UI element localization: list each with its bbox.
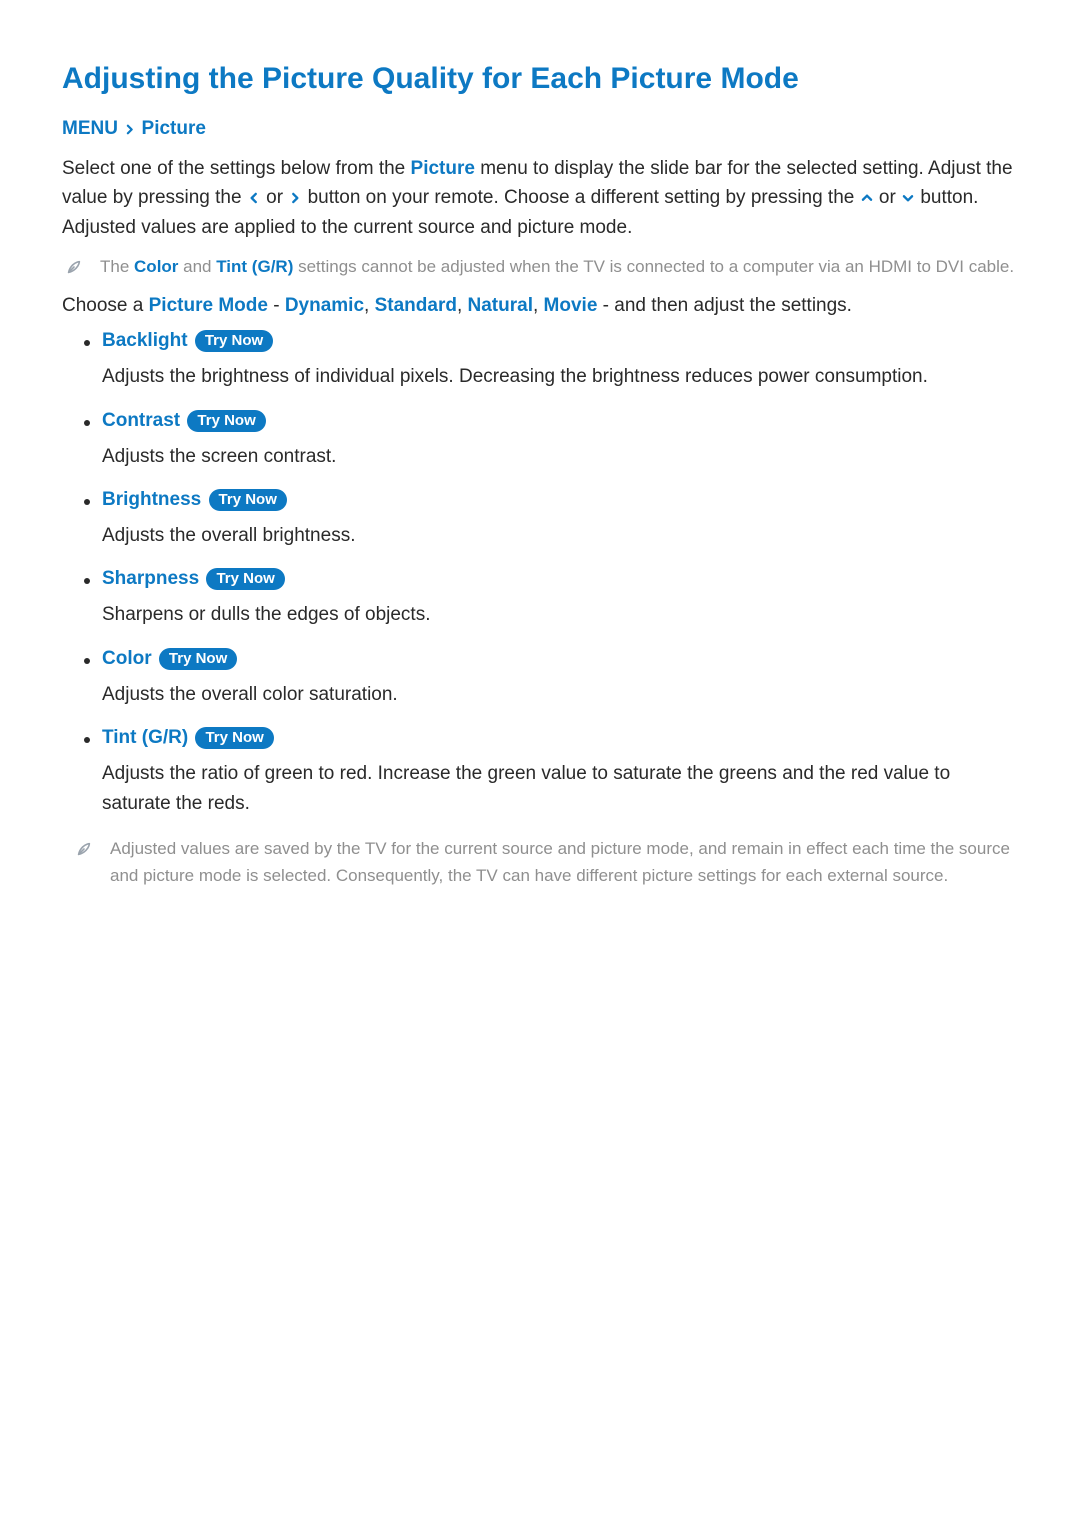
note-text: The Color and Tint (G/R) settings cannot… (100, 254, 1014, 280)
setting-name: Brightness (102, 489, 201, 510)
item-head: Contrast Try Now (102, 410, 1018, 432)
try-now-button[interactable]: Try Now (187, 410, 265, 432)
intro-picture-word: Picture (411, 158, 475, 179)
feather-icon (66, 257, 82, 277)
choose-standard: Standard (375, 295, 457, 316)
intro-seg: Select one of the settings below from th… (62, 158, 411, 179)
note: The Color and Tint (G/R) settings cannot… (66, 254, 1018, 280)
note-tint-word: Tint (G/R) (216, 257, 293, 276)
intro-text: Select one of the settings below from th… (62, 154, 1018, 242)
choose-seg: - and then adjust the settings. (597, 295, 852, 316)
setting-desc: Adjusts the screen contrast. (102, 442, 1018, 471)
note-color-word: Color (134, 257, 178, 276)
chevron-down-icon (901, 191, 915, 205)
chevron-left-icon (247, 191, 261, 205)
list-item: Tint (G/R) Try Now Adjusts the ratio of … (62, 727, 1018, 818)
item-head: Brightness Try Now (102, 489, 1018, 511)
setting-name: Color (102, 648, 152, 669)
setting-desc: Adjusts the overall brightness. (102, 521, 1018, 550)
list-item: Color Try Now Adjusts the overall color … (62, 648, 1018, 709)
setting-name: Sharpness (102, 568, 199, 589)
try-now-button[interactable]: Try Now (195, 330, 273, 352)
note-seg: and (178, 257, 216, 276)
note-text: Adjusted values are saved by the TV for … (110, 836, 1018, 889)
chevron-right-icon (123, 123, 136, 136)
feather-icon (76, 839, 92, 859)
choose-natural: Natural (468, 295, 533, 316)
choose-seg: - (268, 295, 285, 316)
breadcrumb-picture: Picture (142, 118, 206, 139)
breadcrumb-menu: MENU (62, 118, 118, 139)
choose-text: Choose a Picture Mode - Dynamic, Standar… (62, 291, 1018, 320)
intro-seg: or (261, 187, 288, 208)
choose-movie: Movie (544, 295, 598, 316)
item-head: Backlight Try Now (102, 330, 1018, 352)
setting-desc: Adjusts the overall color saturation. (102, 680, 1018, 709)
try-now-button[interactable]: Try Now (209, 489, 287, 511)
list-item: Backlight Try Now Adjusts the brightness… (62, 330, 1018, 391)
choose-seg: Choose a (62, 295, 149, 316)
try-now-button[interactable]: Try Now (206, 568, 284, 590)
setting-name: Tint (G/R) (102, 727, 188, 748)
settings-list: Backlight Try Now Adjusts the brightness… (62, 330, 1018, 818)
setting-desc: Sharpens or dulls the edges of objects. (102, 600, 1018, 629)
item-head: Color Try Now (102, 648, 1018, 670)
list-item: Brightness Try Now Adjusts the overall b… (62, 489, 1018, 550)
item-head: Tint (G/R) Try Now (102, 727, 1018, 749)
choose-dynamic: Dynamic (285, 295, 364, 316)
intro-seg: or (874, 187, 901, 208)
setting-name: Contrast (102, 410, 180, 431)
list-item: Sharpness Try Now Sharpens or dulls the … (62, 568, 1018, 629)
breadcrumb: MENU Picture (62, 118, 1018, 140)
chevron-up-icon (860, 191, 874, 205)
choose-seg: , (457, 295, 468, 316)
list-item: Contrast Try Now Adjusts the screen cont… (62, 410, 1018, 471)
choose-picture-mode: Picture Mode (149, 295, 268, 316)
setting-desc: Adjusts the brightness of individual pix… (102, 362, 1018, 391)
try-now-button[interactable]: Try Now (195, 727, 273, 749)
page-title: Adjusting the Picture Quality for Each P… (62, 62, 1018, 96)
note: Adjusted values are saved by the TV for … (76, 836, 1018, 889)
choose-seg: , (364, 295, 375, 316)
intro-seg: button on your remote. Choose a differen… (302, 187, 859, 208)
setting-desc: Adjusts the ratio of green to red. Incre… (102, 759, 1018, 818)
note-seg: settings cannot be adjusted when the TV … (293, 257, 1014, 276)
item-head: Sharpness Try Now (102, 568, 1018, 590)
chevron-right-icon (288, 191, 302, 205)
note-seg: The (100, 257, 134, 276)
choose-seg: , (533, 295, 544, 316)
setting-name: Backlight (102, 330, 188, 351)
try-now-button[interactable]: Try Now (159, 648, 237, 670)
